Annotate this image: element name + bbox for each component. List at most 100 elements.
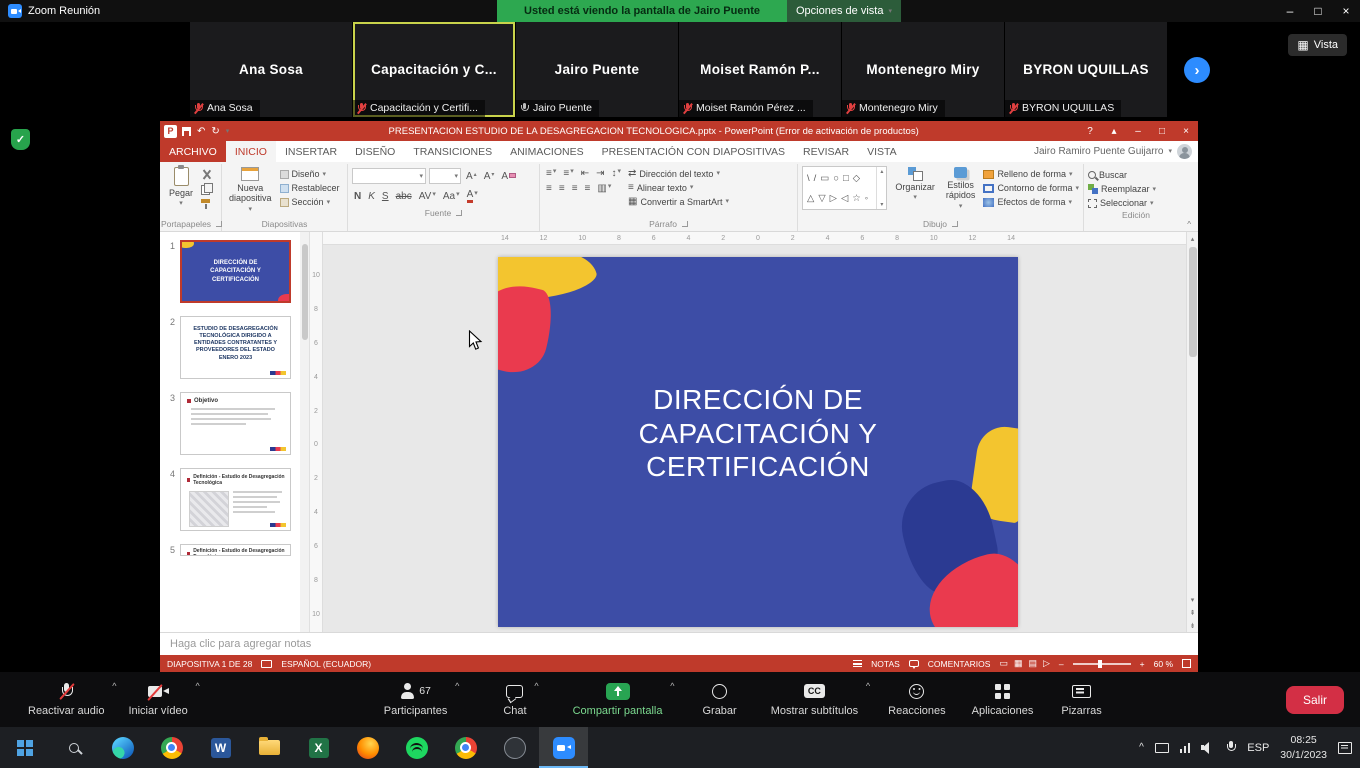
taskbar-edge[interactable] [98, 727, 147, 768]
whiteboards-button[interactable]: Pizarras [1053, 672, 1109, 727]
shrink-font-button[interactable]: A▾ [482, 171, 497, 182]
strikethrough-button[interactable]: abc [394, 191, 414, 202]
taskbar-camera-app[interactable] [490, 727, 539, 768]
arrange-button[interactable]: Organizar ▾ [892, 166, 938, 202]
reactions-button[interactable]: Reacciones [880, 672, 953, 727]
next-participants-button[interactable]: › [1184, 57, 1210, 83]
italic-button[interactable]: K [366, 191, 377, 202]
maximize-button[interactable]: □ [1304, 0, 1332, 22]
find-button[interactable]: Buscar [1088, 170, 1184, 180]
share-chevron-icon[interactable]: ^ [670, 681, 674, 691]
shapes-gallery-scrollbar[interactable]: ▴ ▾ [876, 167, 886, 209]
taskbar-search-button[interactable] [49, 727, 98, 768]
select-button[interactable]: Seleccionar▾ [1088, 198, 1184, 208]
start-button[interactable] [0, 727, 49, 768]
gallery-view-button[interactable]: ▦ Vista [1288, 34, 1347, 56]
change-case-button[interactable]: Aa▾ [441, 191, 462, 202]
participants-button[interactable]: 67 Participantes ^ [376, 672, 456, 727]
tab-insertar[interactable]: INSERTAR [276, 141, 346, 162]
customize-qat-icon[interactable]: ▾ [226, 128, 230, 135]
taskbar-file-explorer[interactable] [245, 727, 294, 768]
slide-thumbnail-2[interactable]: ESTUDIO DE DESAGREGACIÓN TECNOLÓGICA DIR… [180, 316, 291, 379]
zoom-percentage[interactable]: 60 % [1154, 659, 1173, 669]
clear-formatting-button[interactable]: A [499, 171, 518, 182]
tab-animaciones[interactable]: ANIMACIONES [501, 141, 593, 162]
ppt-restore-button[interactable]: □ [1150, 121, 1174, 141]
chat-chevron-icon[interactable]: ^ [534, 681, 538, 691]
video-options-chevron-icon[interactable]: ^ [196, 681, 200, 691]
slide-thumbnail-4[interactable]: Definición - Estudio de Desagregación Te… [180, 468, 291, 531]
participant-tile[interactable]: Montenegro Miry Montenegro Miry [842, 22, 1004, 117]
align-center-icon[interactable]: ≡ [557, 183, 567, 194]
captions-chevron-icon[interactable]: ^ [866, 681, 870, 691]
numbering-button[interactable]: ≡▾ [561, 168, 575, 179]
tab-inicio[interactable]: INICIO [226, 141, 276, 162]
scroll-down-icon[interactable]: ▾ [1187, 593, 1199, 606]
language-indicator[interactable]: ESP [1247, 742, 1269, 754]
dialog-launcher-icon[interactable] [456, 210, 462, 216]
volume-tray-icon[interactable] [1201, 742, 1215, 754]
convert-smartart-button[interactable]: ▦Convertir a SmartArt▾ [628, 196, 729, 207]
reading-view-icon[interactable]: ▤ [1028, 658, 1037, 669]
scroll-up-icon[interactable]: ▴ [880, 168, 883, 175]
shape-fill-button[interactable]: Relleno de forma▾ [983, 169, 1079, 179]
participants-chevron-icon[interactable]: ^ [455, 681, 459, 691]
current-slide[interactable]: DIRECCIÓN DE CAPACITACIÓN Y CERTIFICACIÓ… [498, 257, 1018, 627]
collapse-ribbon-icon[interactable]: ^ [1187, 220, 1191, 229]
previous-slide-button[interactable]: ⇞ [1187, 606, 1199, 619]
save-icon[interactable] [182, 127, 191, 136]
copy-icon[interactable] [201, 183, 212, 194]
slide-thumbnail-3[interactable]: Objetivo [180, 392, 291, 455]
record-button[interactable]: Grabar [694, 672, 744, 727]
scrollbar-thumb[interactable] [1189, 247, 1197, 357]
taskbar-chrome-profile[interactable] [441, 727, 490, 768]
cut-icon[interactable] [201, 169, 211, 179]
zoom-slider-thumb[interactable] [1098, 660, 1102, 668]
help-button[interactable]: ? [1078, 121, 1102, 141]
slide-sorter-view-icon[interactable]: ▦ [1014, 658, 1023, 669]
thumbnail-scrollbar[interactable] [300, 232, 309, 632]
taskbar-chrome[interactable] [147, 727, 196, 768]
participant-tile-active-speaker[interactable]: Capacitación y C... Capacitación y Certi… [353, 22, 515, 117]
redo-icon[interactable]: ↻ [211, 126, 219, 137]
slideshow-view-icon[interactable]: ▷ [1043, 658, 1050, 669]
dialog-launcher-icon[interactable] [682, 221, 688, 227]
font-name-combo[interactable]: ▾ [352, 168, 426, 184]
tab-revisar[interactable]: REVISAR [794, 141, 858, 162]
shape-outline-button[interactable]: Contorno de forma▾ [983, 183, 1079, 193]
scroll-down-icon[interactable]: ▾ [880, 201, 883, 208]
justify-icon[interactable]: ≡ [583, 183, 593, 194]
unmute-audio-button[interactable]: Reactivar audio ^ [20, 672, 112, 727]
ppt-minimize-button[interactable]: – [1126, 121, 1150, 141]
replace-button[interactable]: Reemplazar▾ [1088, 184, 1184, 194]
layout-button[interactable]: Diseño▾ [280, 169, 340, 179]
slide-thumbnail-5[interactable]: Definición - Estudio de Desagregación Te… [180, 544, 291, 556]
leave-meeting-button[interactable]: Salir [1286, 686, 1344, 714]
view-options-button[interactable]: Opciones de vista ▾ [787, 0, 901, 22]
slide-thumbnail-1[interactable]: DIRECCIÓN DE CAPACITACIÓN Y CERTIFICACIÓ… [180, 240, 291, 303]
taskbar-firefox[interactable] [343, 727, 392, 768]
zoom-in-icon[interactable]: + [1140, 659, 1145, 669]
section-button[interactable]: Sección▾ [280, 197, 340, 207]
minimize-button[interactable]: – [1276, 0, 1304, 22]
taskbar-zoom-meeting[interactable] [539, 727, 588, 768]
shapes-gallery[interactable]: \ / ▭ ○ □ ◇ △ ▽ ▷ ◁ ☆ ◦ [802, 166, 887, 210]
hidden-icons-chevron-icon[interactable]: ^ [1139, 742, 1144, 753]
share-screen-button[interactable]: Compartir pantalla ^ [565, 672, 671, 727]
align-text-button[interactable]: ≡Alinear texto▾ [628, 182, 729, 193]
shape-effects-button[interactable]: Efectos de forma▾ [983, 197, 1079, 207]
character-spacing-button[interactable]: AV▾ [417, 191, 438, 202]
participant-tile[interactable]: Ana Sosa Ana Sosa [190, 22, 352, 117]
grow-font-button[interactable]: A▴ [464, 171, 479, 182]
paste-button[interactable]: Pegar ▾ [166, 166, 196, 208]
new-slide-button[interactable]: Nueva diapositiva ▾ [226, 166, 275, 214]
align-right-icon[interactable]: ≡ [570, 183, 580, 194]
undo-icon[interactable]: ↶ [197, 126, 205, 137]
language-label[interactable]: ESPAÑOL (ECUADOR) [281, 659, 371, 669]
align-left-icon[interactable]: ≡ [544, 183, 554, 194]
format-painter-icon[interactable] [201, 198, 212, 209]
font-color-button[interactable]: A▾ [465, 190, 480, 203]
taskbar-word[interactable]: W [196, 727, 245, 768]
keyboard-language-icon[interactable] [261, 660, 272, 668]
tab-archivo[interactable]: ARCHIVO [160, 141, 226, 162]
